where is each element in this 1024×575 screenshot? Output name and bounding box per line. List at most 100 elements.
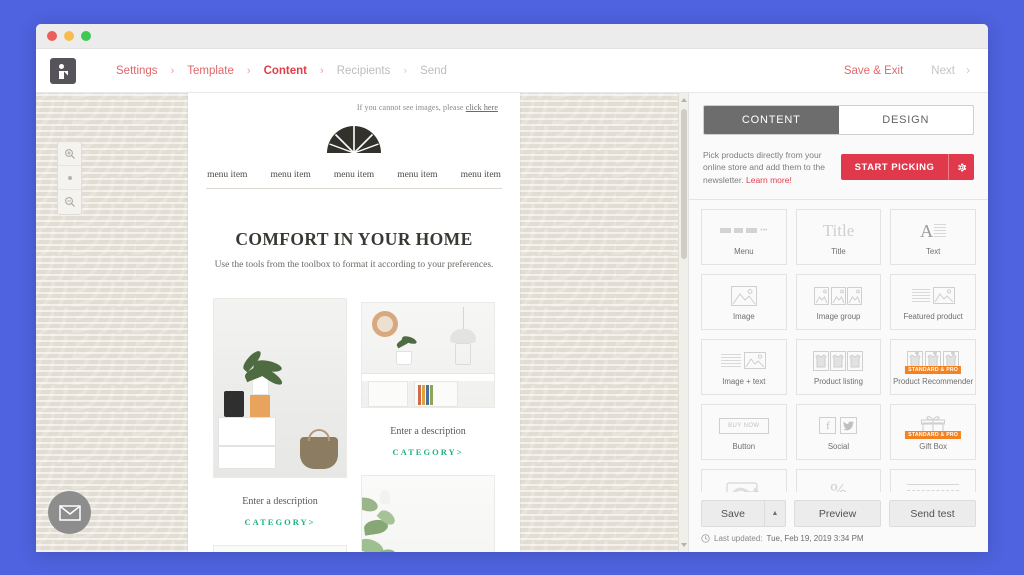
last-updated-status: Last updated: Tue, Feb 19, 2019 3:34 PM [689, 527, 988, 552]
widget-image-text[interactable]: Image + text [701, 338, 787, 395]
email-menu-item-4[interactable]: menu item [397, 170, 437, 180]
email-menu-item-3[interactable]: menu item [334, 170, 374, 180]
product-picker-description: Pick products directly from your online … [703, 149, 831, 186]
scroll-up-arrow-icon[interactable] [681, 98, 687, 102]
product-recommender-icon: STANDARD & PRO [905, 348, 962, 374]
app-logo-icon[interactable] [50, 57, 76, 84]
widget-gift-box[interactable]: STANDARD & PRO Gift Box [890, 403, 976, 460]
email-preview-fab-button[interactable] [48, 491, 91, 534]
close-window-button[interactable] [47, 31, 57, 41]
email-category-link-2[interactable]: CATEGORY> [361, 437, 495, 475]
canvas-scrollbar-thumb[interactable] [681, 109, 687, 259]
editor-sidebar: CONTENT DESIGN Pick products directly fr… [688, 93, 988, 552]
maximize-window-button[interactable] [81, 31, 91, 41]
email-logo-block[interactable] [206, 112, 502, 153]
widget-social[interactable]: f Social [795, 403, 882, 460]
learn-more-link[interactable]: Learn more! [746, 175, 792, 185]
save-button[interactable]: Save [701, 500, 764, 527]
save-and-exit-link[interactable]: Save & Exit [844, 65, 903, 77]
widget-discount[interactable]: % Discount [795, 468, 882, 492]
widget-label: Product listing [814, 376, 863, 386]
canvas-scrollbar[interactable] [678, 93, 688, 552]
clock-icon [701, 534, 710, 543]
widget-label: Image group [816, 311, 861, 321]
start-picking-button[interactable]: START PICKING [841, 154, 974, 181]
widget-label: Menu [734, 246, 754, 256]
widget-product-listing[interactable]: Product listing [795, 338, 882, 395]
email-brand-logo-icon [327, 126, 381, 153]
widget-featured-product[interactable]: Featured product [890, 273, 976, 330]
send-test-button[interactable]: Send test [889, 500, 976, 527]
widget-label: Image [732, 311, 755, 321]
email-photo-shelf-lamp[interactable] [361, 302, 495, 408]
product-picker-banner: Pick products directly from your online … [689, 135, 988, 200]
email-headline[interactable]: COMFORT IN YOUR HOME [206, 189, 502, 250]
email-sheet[interactable]: If you cannot see images, please click h… [188, 93, 520, 552]
preheader-link[interactable]: click here [466, 103, 498, 112]
next-button[interactable]: Next › [931, 65, 970, 77]
gear-icon[interactable] [948, 154, 974, 181]
email-caption-2[interactable]: Enter a description [361, 412, 495, 437]
email-canvas[interactable]: If you cannot see images, please click h… [36, 93, 688, 552]
email-category-link-1[interactable]: CATEGORY> [213, 507, 347, 545]
zoom-reset-dot-icon[interactable] [58, 166, 81, 190]
button-icon-label: BUY NOW [719, 417, 769, 434]
save-dropdown-caret-icon[interactable]: ▲ [764, 500, 786, 527]
breadcrumb-step-template[interactable]: Template [185, 65, 236, 77]
zoom-controls [57, 141, 82, 215]
facebook-icon: f [819, 417, 837, 435]
email-image-block-1[interactable] [213, 298, 347, 478]
breadcrumb-separator: › [246, 64, 251, 77]
tab-content[interactable]: CONTENT [704, 106, 839, 134]
window-titlebar [36, 24, 988, 49]
scratch-card-icon: STANDARD & PRO [726, 478, 762, 492]
breadcrumb-step-send[interactable]: Send [418, 65, 449, 77]
zoom-in-icon[interactable] [58, 142, 81, 166]
widget-product-recommender[interactable]: STANDARD & PRO Product Recommender [890, 338, 976, 395]
sidebar-scrollbar[interactable] [983, 93, 988, 552]
email-photo-eucalyptus[interactable] [361, 475, 495, 552]
email-menu-item-1[interactable]: menu item [207, 170, 247, 180]
email-image-block-3[interactable] [213, 545, 347, 552]
email-caption-1[interactable]: Enter a description [213, 482, 347, 507]
widget-label: Image + text [722, 376, 766, 386]
widget-label: Text [926, 246, 941, 256]
breadcrumb-step-content[interactable]: Content [262, 65, 309, 77]
widget-label: Featured product [903, 311, 963, 321]
widget-title[interactable]: Title Title [795, 208, 882, 265]
email-menu-item-2[interactable]: menu item [270, 170, 310, 180]
envelope-icon [58, 504, 81, 521]
email-subheadline[interactable]: Use the tools from the toolbox to format… [206, 250, 502, 270]
widget-image[interactable]: Image [701, 273, 787, 330]
breadcrumb-step-settings[interactable]: Settings [114, 65, 160, 77]
email-menu-item-5[interactable]: menu item [461, 170, 501, 180]
scroll-down-arrow-icon[interactable] [681, 543, 687, 547]
desktop-background: Settings › Template › Content › Recipien… [0, 0, 1024, 575]
widget-text[interactable]: A Text [890, 208, 976, 265]
save-button-group: Save ▲ [701, 500, 786, 527]
minimize-window-button[interactable] [64, 31, 74, 41]
browser-window: Settings › Template › Content › Recipien… [36, 24, 988, 552]
standard-pro-badge: STANDARD & PRO [905, 430, 962, 439]
header-actions: Save & Exit Next › [844, 65, 970, 77]
breadcrumb-step-recipients[interactable]: Recipients [335, 65, 393, 77]
percent-icon-glyph: % [830, 479, 847, 492]
widget-image-group[interactable]: Image group [795, 273, 882, 330]
email-photo-partial-bottom[interactable] [213, 545, 347, 552]
widget-line-space[interactable]: Line / space [890, 468, 976, 492]
widget-button[interactable]: BUY NOW Button [701, 403, 787, 460]
email-image-block-4[interactable] [361, 475, 495, 552]
tab-design[interactable]: DESIGN [839, 106, 974, 134]
widget-label: Title [831, 246, 846, 256]
preview-button[interactable]: Preview [794, 500, 881, 527]
sidebar-tabs: CONTENT DESIGN [703, 105, 974, 135]
email-image-block-2[interactable] [361, 302, 495, 408]
email-menu-bar[interactable]: menu item menu item menu item menu item … [206, 153, 502, 189]
email-photo-plant-dresser[interactable] [213, 298, 347, 478]
widget-scratch-card[interactable]: STANDARD & PRO Scratch Card [701, 468, 787, 492]
widget-menu[interactable]: ••• Menu [701, 208, 787, 265]
preheader-text: If you cannot see images, please [356, 103, 466, 112]
featured-product-icon [911, 283, 955, 309]
zoom-out-icon[interactable] [58, 190, 81, 214]
app-body: If you cannot see images, please click h… [36, 93, 988, 552]
